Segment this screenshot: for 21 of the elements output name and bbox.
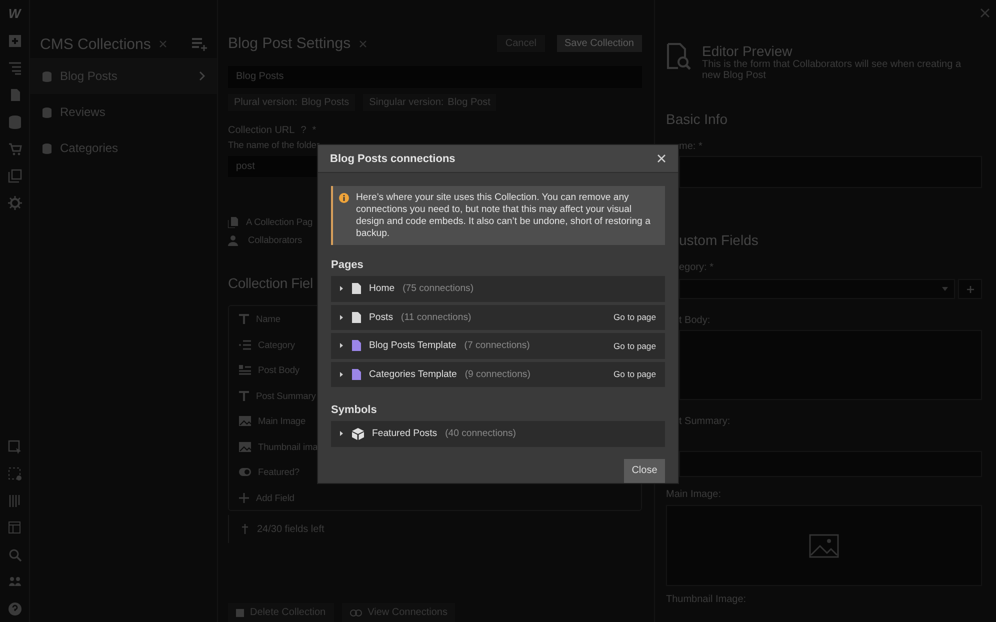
section-heading: Symbols bbox=[331, 404, 378, 416]
item-name: Featured Posts bbox=[372, 428, 438, 440]
connection-count: (40 connections) bbox=[445, 428, 516, 440]
dialog-title: Blog Posts connections bbox=[330, 152, 456, 164]
section-title: ustom Fields bbox=[678, 232, 760, 248]
panel-title: CMS Collections bbox=[40, 36, 151, 52]
panel-title: Blog Post Settings bbox=[228, 35, 351, 52]
section-heading: Pages bbox=[331, 259, 364, 271]
required-mark: * bbox=[312, 124, 316, 136]
connection-count: (11 connections) bbox=[401, 312, 472, 323]
item-name: Home bbox=[369, 283, 395, 294]
connection-count: (9 connections) bbox=[464, 368, 530, 380]
item-name: Posts bbox=[369, 312, 393, 323]
section-title: Collection Fiel bbox=[228, 275, 313, 292]
preview-title: Editor Preview bbox=[702, 43, 794, 59]
connection-count: (75 connections) bbox=[402, 283, 474, 294]
section-title: Basic Info bbox=[666, 111, 728, 127]
connection-count: (7 connections) bbox=[464, 340, 530, 352]
notice-text: Here’s where your site uses this Collection. You can remove any connections you need to, but note that this may affect your visual design and code embeds. It also can’t be undone, short of restoring a backup. bbox=[356, 192, 652, 240]
item-name: Categories Template bbox=[369, 368, 457, 380]
item-name: Blog Posts Template bbox=[369, 340, 456, 352]
